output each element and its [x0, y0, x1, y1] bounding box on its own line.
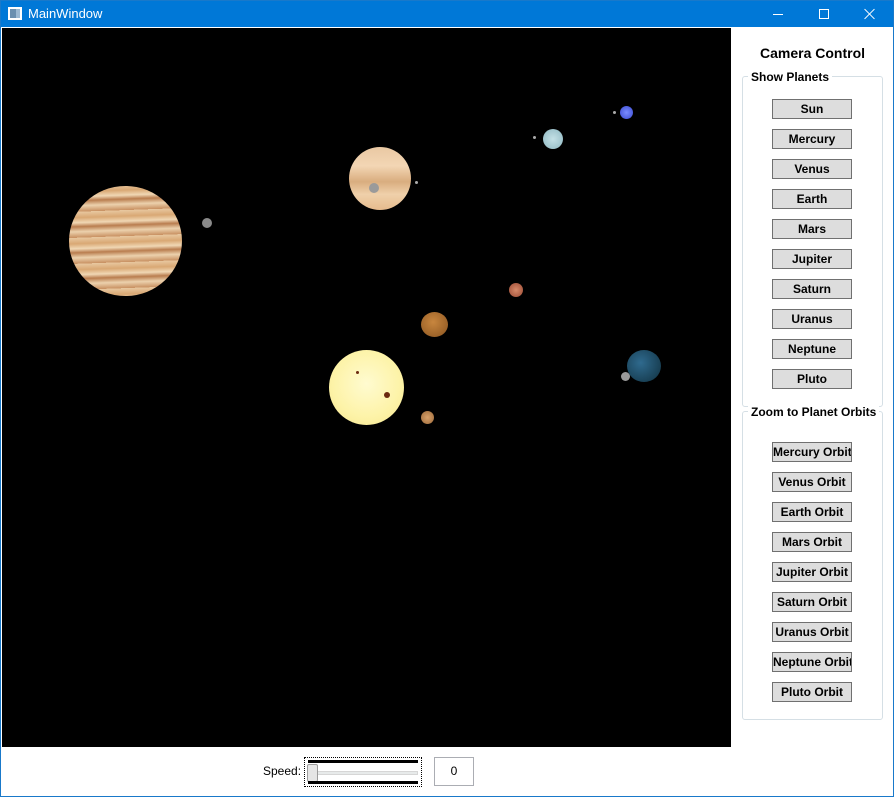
speed-value-box[interactable]: 0: [434, 757, 474, 786]
show-jupiter-button[interactable]: Jupiter: [772, 249, 852, 269]
show-uranus-button[interactable]: Uranus: [772, 309, 852, 329]
solar-system-viewport[interactable]: [2, 28, 731, 747]
show-sun-button[interactable]: Sun: [772, 99, 852, 119]
zoom-jupiter-orbit-button[interactable]: Jupiter Orbit: [772, 562, 852, 582]
show-saturn-button[interactable]: Saturn: [772, 279, 852, 299]
venus-planet: [421, 312, 448, 337]
camera-control-panel: Camera Control Show Planets Sun Mercury …: [732, 28, 893, 747]
close-icon: [864, 8, 876, 20]
zoom-venus-orbit-button[interactable]: Venus Orbit: [772, 472, 852, 492]
jupiter-planet: [69, 186, 182, 296]
app-window-icon: [8, 7, 22, 20]
small-moon: [415, 181, 418, 184]
zoom-neptune-orbit-button[interactable]: Neptune Orbit: [772, 652, 852, 672]
zoom-mercury-orbit-button[interactable]: Mercury Orbit: [772, 442, 852, 462]
sunspot: [384, 392, 390, 398]
earth-planet: [627, 350, 661, 382]
mercury-planet: [421, 411, 434, 424]
speed-label: Speed:: [263, 764, 302, 778]
minimize-icon: [773, 14, 783, 15]
show-mercury-button[interactable]: Mercury: [772, 129, 852, 149]
sunspot: [356, 371, 359, 374]
small-moon: [613, 111, 616, 114]
zoom-saturn-orbit-button[interactable]: Saturn Orbit: [772, 592, 852, 612]
earth-moon: [621, 372, 630, 381]
saturn-planet: [349, 147, 411, 210]
zoom-orbits-header: Zoom to Planet Orbits: [748, 405, 880, 419]
maximize-button[interactable]: [801, 1, 847, 27]
saturn-moon: [369, 183, 379, 193]
show-mars-button[interactable]: Mars: [772, 219, 852, 239]
zoom-pluto-orbit-button[interactable]: Pluto Orbit: [772, 682, 852, 702]
speed-slider[interactable]: [304, 757, 422, 787]
window-title: MainWindow: [28, 6, 103, 21]
zoom-earth-orbit-button[interactable]: Earth Orbit: [772, 502, 852, 522]
mars-planet: [509, 283, 523, 297]
slider-track[interactable]: [310, 771, 418, 775]
show-planets-header: Show Planets: [748, 70, 833, 84]
zoom-mars-orbit-button[interactable]: Mars Orbit: [772, 532, 852, 552]
show-planets-group: Show Planets Sun Mercury Venus Earth Mar…: [742, 70, 883, 407]
zoom-orbits-group: Zoom to Planet Orbits Mercury Orbit Venu…: [742, 405, 883, 720]
minimize-button[interactable]: [755, 1, 801, 27]
neptune-planet: [620, 106, 633, 119]
show-earth-button[interactable]: Earth: [772, 189, 852, 209]
show-neptune-button[interactable]: Neptune: [772, 339, 852, 359]
uranus-planet: [543, 129, 563, 149]
jupiter-moon: [202, 218, 212, 228]
main-window: MainWindow Camera Control Show Planets S…: [0, 0, 894, 797]
close-button[interactable]: [847, 1, 893, 27]
small-moon: [533, 136, 536, 139]
sun-planet: [329, 350, 404, 425]
maximize-icon: [819, 9, 829, 19]
zoom-uranus-orbit-button[interactable]: Uranus Orbit: [772, 622, 852, 642]
slider-thumb[interactable]: [307, 764, 318, 782]
slider-focus-edge: [308, 760, 418, 763]
speed-bar: Speed: 0: [2, 747, 893, 796]
slider-focus-edge: [308, 781, 418, 784]
title-bar[interactable]: MainWindow: [1, 1, 893, 27]
show-pluto-button[interactable]: Pluto: [772, 369, 852, 389]
panel-title: Camera Control: [759, 45, 866, 61]
show-venus-button[interactable]: Venus: [772, 159, 852, 179]
